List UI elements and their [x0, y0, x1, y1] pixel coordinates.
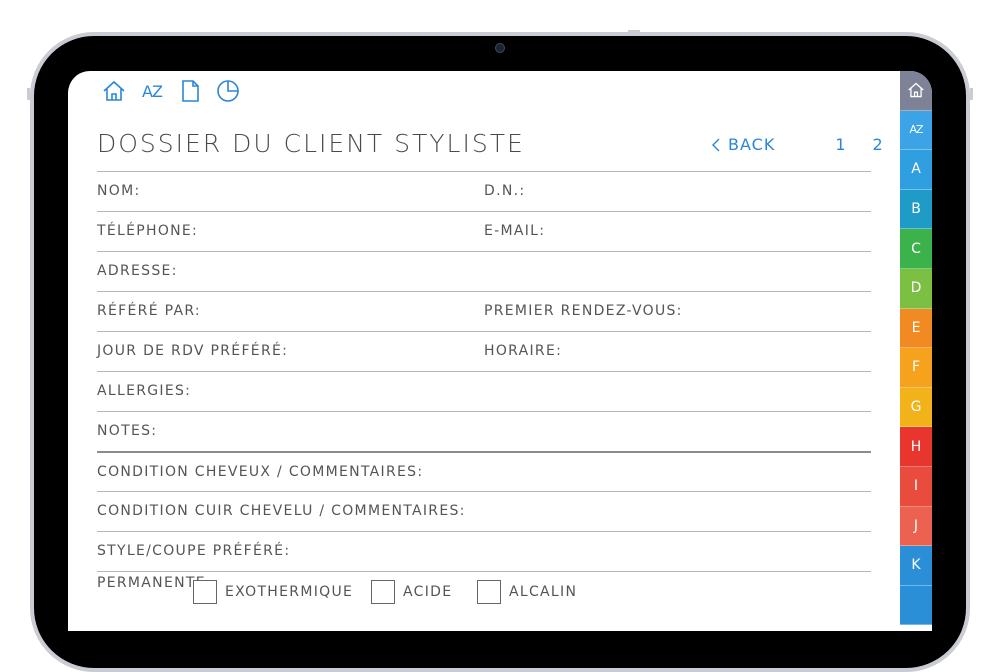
- form-row-nom: NOM: D.N.:: [97, 171, 871, 211]
- acide-checkbox[interactable]: [371, 580, 395, 604]
- horaire-label: HORAIRE:: [484, 343, 563, 359]
- tab-a[interactable]: A: [900, 150, 932, 190]
- page-link-2[interactable]: 2: [873, 135, 884, 154]
- form-row-refere: RÉFÉRÉ PAR: PREMIER RENDEZ-VOUS:: [97, 291, 871, 331]
- condition-cheveux-field[interactable]: [437, 457, 867, 487]
- tab-j[interactable]: J: [900, 506, 932, 547]
- tab-i[interactable]: I: [900, 466, 932, 507]
- tab-label: K: [911, 557, 921, 574]
- perm-option-alcalin[interactable]: ALCALIN: [477, 580, 577, 604]
- dn-field[interactable]: [547, 176, 867, 207]
- nom-field[interactable]: [177, 176, 467, 207]
- refere-par-label: RÉFÉRÉ PAR:: [97, 303, 201, 319]
- back-label: BACK: [728, 135, 776, 154]
- tab-label: E: [911, 319, 921, 336]
- tablet-side-button-left: [27, 88, 30, 100]
- tab-label: I: [913, 478, 919, 495]
- form-row-notes: NOTES:: [97, 411, 871, 451]
- dn-label: D.N.:: [484, 183, 526, 199]
- tab-e[interactable]: E: [900, 308, 932, 349]
- notes-field[interactable]: [177, 416, 867, 447]
- tab-more[interactable]: [900, 585, 932, 626]
- exothermique-checkbox[interactable]: [193, 580, 217, 604]
- tab-b[interactable]: B: [900, 189, 932, 230]
- jour-rdv-label: JOUR DE RDV PRÉFÉRÉ:: [97, 343, 289, 359]
- jour-rdv-field[interactable]: [297, 336, 467, 367]
- form-row-condition-cheveux: CONDITION CHEVEUX / COMMENTAIRES:: [97, 451, 871, 491]
- tab-az[interactable]: AZ: [900, 110, 932, 151]
- telephone-label: TÉLÉPHONE:: [97, 223, 199, 239]
- home-icon: [908, 82, 924, 98]
- page-title: DOSSIER DU CLIENT STYLISTE: [97, 129, 525, 158]
- az-icon[interactable]: AZ: [140, 79, 164, 103]
- condition-cuir-field[interactable]: [477, 496, 867, 527]
- style-coupe-label: STYLE/COUPE PRÉFÉRÉ:: [97, 543, 291, 559]
- alcalin-checkbox[interactable]: [477, 580, 501, 604]
- permanente-label: PERMANENTE: [97, 575, 206, 591]
- tab-c[interactable]: C: [900, 229, 932, 269]
- tablet-side-button-right: [970, 88, 973, 100]
- premier-rdv-label: PREMIER RENDEZ-VOUS:: [484, 303, 683, 319]
- tab-label: J: [913, 517, 919, 534]
- form-row-allergies: ALLERGIES:: [97, 371, 871, 411]
- tab-label: H: [910, 438, 922, 455]
- notes-label: NOTES:: [97, 423, 158, 439]
- back-button[interactable]: BACK: [712, 135, 775, 154]
- adresse-label: ADRESSE:: [97, 263, 178, 279]
- app-screen: AZ DOSSIER DU CLIENT STYLISTE BACK 1 2 N…: [68, 71, 932, 631]
- form-row-adresse: ADRESSE:: [97, 251, 871, 291]
- client-form: NOM: D.N.: TÉLÉPHONE: E-MAIL: ADRESSE: R…: [97, 171, 871, 631]
- acide-label: ACIDE: [403, 584, 453, 600]
- perm-option-exothermique[interactable]: EXOTHERMIQUE: [193, 580, 353, 604]
- perm-option-acide[interactable]: ACIDE: [371, 580, 452, 604]
- alphabet-tabs: AZ A B C D E F G H I J K: [900, 71, 932, 631]
- condition-cheveux-label: CONDITION CHEVEUX / COMMENTAIRES:: [97, 464, 424, 480]
- adresse-field[interactable]: [197, 256, 867, 287]
- form-row-permanente: PERMANENTE EXOTHERMIQUE ACIDE ALCALIN: [97, 571, 871, 631]
- top-toolbar: AZ: [102, 79, 240, 105]
- tab-f[interactable]: F: [900, 348, 932, 388]
- alcalin-label: ALCALIN: [509, 584, 578, 600]
- tab-label: C: [911, 240, 921, 257]
- tablet-side-button: [628, 30, 640, 33]
- pie-chart-icon[interactable]: [216, 79, 240, 103]
- tab-h[interactable]: H: [900, 427, 932, 467]
- tab-label: G: [910, 399, 922, 416]
- condition-cuir-label: CONDITION CUIR CHEVELU / COMMENTAIRES:: [97, 503, 466, 519]
- form-row-jour-rdv: JOUR DE RDV PRÉFÉRÉ: HORAIRE:: [97, 331, 871, 371]
- chevron-left-icon: [712, 138, 720, 151]
- tab-label: B: [911, 201, 921, 218]
- tab-label: A: [911, 161, 921, 178]
- email-label: E-MAIL:: [484, 223, 546, 239]
- email-field[interactable]: [567, 216, 867, 247]
- tab-d[interactable]: D: [900, 268, 932, 309]
- telephone-field[interactable]: [217, 216, 467, 247]
- allergies-field[interactable]: [207, 376, 867, 407]
- front-camera: [495, 43, 505, 53]
- az-icon-text: AZ: [142, 81, 163, 101]
- form-row-condition-cuir: CONDITION CUIR CHEVELU / COMMENTAIRES:: [97, 491, 871, 531]
- document-icon[interactable]: [178, 79, 202, 103]
- form-row-telephone: TÉLÉPHONE: E-MAIL:: [97, 211, 871, 251]
- refere-par-field[interactable]: [217, 296, 467, 327]
- tab-label: F: [911, 359, 921, 376]
- form-row-style-coupe: STYLE/COUPE PRÉFÉRÉ:: [97, 531, 871, 571]
- exothermique-label: EXOTHERMIQUE: [225, 584, 354, 600]
- tab-label: AZ: [909, 123, 923, 137]
- tab-label: D: [910, 280, 922, 297]
- nom-label: NOM:: [97, 183, 141, 199]
- horaire-field[interactable]: [577, 336, 867, 367]
- premier-rdv-field[interactable]: [697, 296, 867, 327]
- allergies-label: ALLERGIES:: [97, 383, 192, 399]
- home-icon[interactable]: [102, 79, 126, 103]
- page-link-1[interactable]: 1: [835, 135, 846, 154]
- tab-g[interactable]: G: [900, 387, 932, 428]
- tab-k[interactable]: K: [900, 546, 932, 586]
- style-coupe-field[interactable]: [307, 536, 867, 567]
- tab-home[interactable]: [900, 71, 932, 111]
- page-navigation: BACK 1 2: [712, 135, 884, 154]
